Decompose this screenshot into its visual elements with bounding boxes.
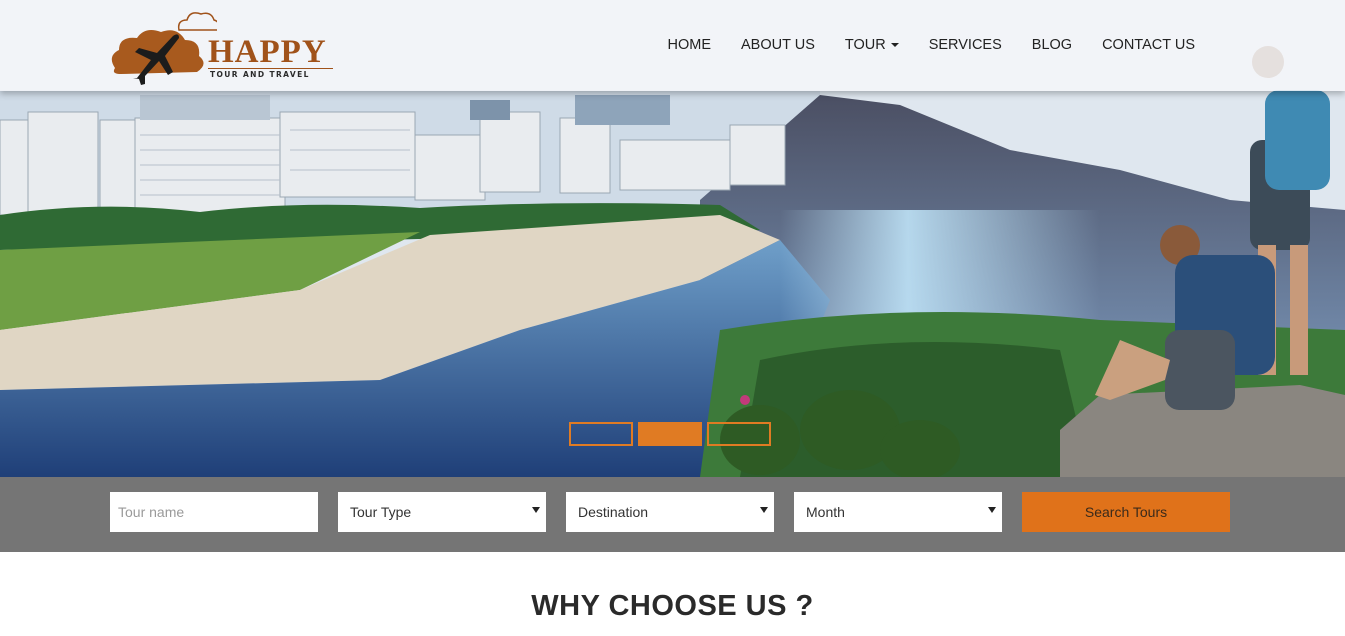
- tour-search-bar: Tour name Tour Type Destination Month Se…: [0, 477, 1345, 552]
- brand-logo[interactable]: HAPPY TOUR AND TRAVEL: [107, 8, 337, 86]
- nav-about-us-label: ABOUT US: [741, 37, 815, 53]
- nav-services[interactable]: SERVICES: [914, 37, 1017, 53]
- nav-contact-us[interactable]: CONTACT US: [1087, 37, 1210, 53]
- select-arrow-icon: [988, 507, 996, 513]
- main-nav: HOME ABOUT US TOUR SERVICES BLOG CONTACT…: [653, 37, 1210, 53]
- search-tours-button[interactable]: Search Tours: [1022, 492, 1230, 532]
- nav-blog[interactable]: BLOG: [1017, 37, 1087, 53]
- month-value: Month: [806, 504, 845, 520]
- why-choose-us-heading: WHY CHOOSE US ?: [531, 590, 814, 622]
- site-header: HAPPY TOUR AND TRAVEL HOME ABOUT US TOUR…: [0, 0, 1345, 91]
- tour-name-input[interactable]: Tour name: [110, 492, 318, 532]
- nav-tour-label: TOUR: [844, 37, 886, 53]
- airplane-cloud-icon: [111, 12, 217, 85]
- caret-down-icon: [890, 43, 899, 47]
- nav-home[interactable]: HOME: [653, 37, 727, 53]
- nav-contact-us-label: CONTACT US: [1102, 37, 1195, 53]
- brand-name: HAPPY: [208, 34, 327, 70]
- nav-home-label: HOME: [667, 37, 712, 53]
- slide-indicator-1[interactable]: [569, 422, 633, 446]
- select-arrow-icon: [760, 507, 768, 513]
- logo-divider: [208, 68, 333, 69]
- tour-name-placeholder: Tour name: [118, 504, 185, 520]
- destination-value: Destination: [578, 504, 649, 520]
- tour-type-value: Tour Type: [350, 504, 412, 520]
- slider-indicators: [569, 422, 771, 446]
- slide-indicator-2-active[interactable]: [638, 422, 702, 446]
- nav-blog-label: BLOG: [1031, 37, 1073, 53]
- tour-type-select[interactable]: Tour Type: [338, 492, 546, 532]
- nav-tour-dropdown[interactable]: TOUR: [830, 37, 914, 53]
- nav-services-label: SERVICES: [928, 37, 1002, 53]
- brand-tagline: TOUR AND TRAVEL: [210, 70, 310, 79]
- nav-about-us[interactable]: ABOUT US: [726, 37, 830, 53]
- destination-select[interactable]: Destination: [566, 492, 774, 532]
- month-select[interactable]: Month: [794, 492, 1002, 532]
- slide-indicator-3[interactable]: [707, 422, 771, 446]
- select-arrow-icon: [532, 507, 540, 513]
